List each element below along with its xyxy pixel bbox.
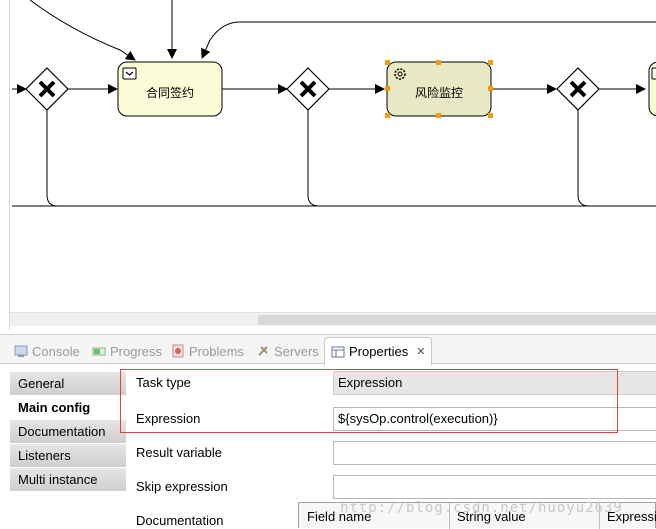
scrollbar-thumb[interactable]	[258, 315, 656, 325]
documentation-label: Documentation	[136, 513, 224, 528]
tab-label: Servers	[274, 343, 319, 359]
task-type-select[interactable]: Expression	[333, 371, 656, 395]
field-extensions-table[interactable]: Field name String value Expressio	[298, 502, 656, 529]
close-icon[interactable]: ✕	[416, 345, 425, 358]
column-header-field-name[interactable]: Field name	[307, 509, 371, 524]
task-partial[interactable]	[648, 61, 656, 117]
properties-side-tabs: General Main config Documentation Listen…	[10, 372, 126, 492]
side-tab-documentation[interactable]: Documentation	[10, 420, 126, 444]
side-tab-listeners[interactable]: Listeners	[10, 444, 126, 468]
exclusive-gateway-1[interactable]	[25, 67, 69, 111]
skip-expression-label: Skip expression	[136, 479, 228, 494]
user-task-icon	[122, 67, 137, 80]
sequence-flow-top-right[interactable]	[201, 21, 656, 59]
tab-label: Console	[32, 343, 80, 359]
tab-properties[interactable]: Properties ✕	[324, 337, 433, 365]
column-header-expression[interactable]: Expressio	[607, 509, 656, 524]
tab-servers[interactable]: Servers	[256, 341, 319, 361]
side-tab-general[interactable]: General	[10, 372, 126, 396]
sequence-flow-loop-1[interactable]	[46, 108, 656, 207]
tab-label: Problems	[189, 343, 244, 359]
result-variable-input[interactable]	[333, 441, 656, 465]
view-tab-bar: Console Progress Problems Servers Proper…	[0, 334, 656, 365]
skip-expression-input[interactable]	[333, 475, 656, 499]
result-variable-label: Result variable	[136, 445, 222, 460]
sequence-flow-top-left[interactable]	[29, 0, 136, 61]
tab-label: Progress	[110, 343, 163, 359]
tab-label: Properties	[349, 344, 409, 359]
bpmn-diagram[interactable]: 合同签约 风险监控	[0, 0, 656, 312]
progress-icon	[92, 347, 106, 356]
properties-icon	[331, 346, 345, 357]
exclusive-gateway-2[interactable]	[286, 67, 330, 111]
tab-progress[interactable]: Progress	[92, 341, 162, 361]
sequence-flow-loop-2[interactable]	[307, 108, 320, 207]
service-task-risk-monitoring[interactable]: 风险监控	[385, 60, 493, 118]
expression-label: Expression	[136, 411, 201, 426]
tab-console[interactable]: Console	[14, 341, 80, 361]
editor-left-border	[0, 0, 10, 330]
sequence-flow-loop-3[interactable]	[577, 108, 590, 207]
side-tab-main-config[interactable]: Main config	[10, 396, 126, 420]
console-icon	[14, 345, 28, 357]
exclusive-gateway-3[interactable]	[556, 67, 600, 111]
tab-problems[interactable]: Problems	[171, 341, 244, 361]
side-tab-multi-instance[interactable]: Multi instance	[10, 468, 126, 492]
servers-icon	[258, 346, 268, 356]
task-label: 风险监控	[415, 85, 463, 100]
user-task-contract-signing[interactable]: 合同签约	[117, 61, 223, 117]
process-diagram-canvas[interactable]: 合同签约 风险监控	[0, 0, 656, 312]
expression-input[interactable]: ${sysOp.control(execution)}	[333, 407, 656, 431]
task-type-label: Task type	[136, 375, 191, 390]
horizontal-scrollbar[interactable]	[10, 312, 656, 326]
task-label: 合同签约	[146, 85, 194, 100]
column-header-string-value[interactable]: String value	[457, 509, 526, 524]
problems-icon	[172, 344, 184, 358]
